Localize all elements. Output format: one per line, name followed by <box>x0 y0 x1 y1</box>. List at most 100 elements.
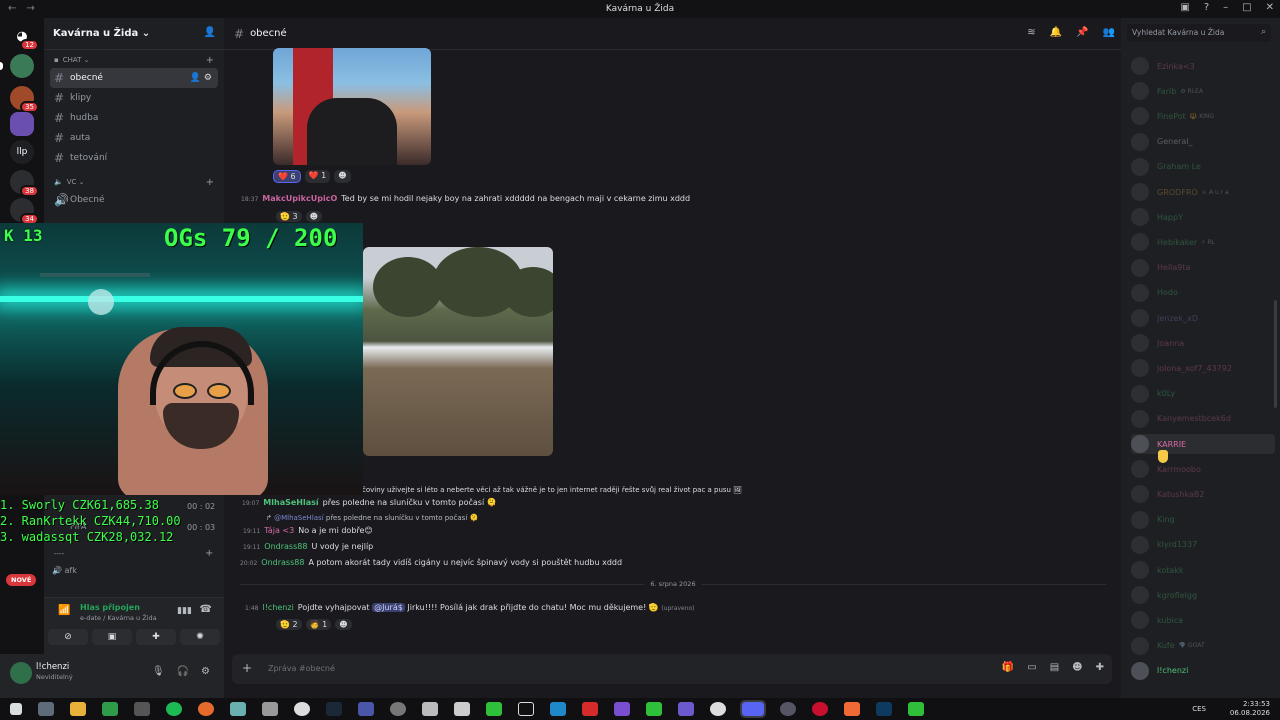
settings-gear-icon[interactable]: ⚙ <box>201 666 210 677</box>
gif-icon[interactable]: ▭ <box>1027 662 1036 673</box>
member-item[interactable]: Jenzek_xD <box>1131 308 1275 328</box>
member-item[interactable]: FinePot 🔱 KING <box>1131 106 1275 126</box>
app-icon[interactable] <box>102 702 118 716</box>
member-item[interactable]: kotakk <box>1131 560 1275 580</box>
app-icon[interactable] <box>678 702 694 716</box>
create-channel-icon[interactable]: + <box>205 548 213 559</box>
photoshop-icon[interactable] <box>876 702 892 716</box>
new-unreads-badge[interactable]: NOVÉ <box>6 574 37 586</box>
member-item[interactable]: KatushkaB2 <box>1131 484 1275 504</box>
minimize-button[interactable]: – <box>1223 2 1228 13</box>
member-item[interactable]: Kanyemestbcek6d <box>1131 409 1275 429</box>
activities-icon[interactable]: ✚ <box>136 629 176 645</box>
reaction-salute[interactable]: 🫡 2 <box>276 619 302 630</box>
camera-off-icon[interactable]: ⊘ <box>48 629 88 645</box>
app-icon[interactable] <box>486 702 502 716</box>
member-item[interactable]: Farib ⚙ RLEA <box>1131 81 1275 101</box>
app-icon[interactable] <box>710 702 726 716</box>
spotify-icon[interactable] <box>166 702 182 716</box>
username[interactable]: l!chenzi <box>36 662 69 672</box>
search-input[interactable]: Vyhledat Kavárna u Žida ⌕ <box>1127 24 1271 42</box>
member-item[interactable]: Hella9ta <box>1131 258 1275 278</box>
calculator-icon[interactable] <box>422 702 438 716</box>
voice-location[interactable]: e-date / Kavárna u Žida <box>80 614 157 622</box>
file-explorer-icon[interactable] <box>70 702 86 716</box>
steam-icon[interactable] <box>326 702 342 716</box>
terminal-icon[interactable] <box>134 702 150 716</box>
brave-icon[interactable] <box>844 702 860 716</box>
server-icon[interactable]: 38 <box>10 170 39 197</box>
member-item[interactable]: jolona_xof7_43792 <box>1131 358 1275 378</box>
reaction-heart[interactable]: ❤️ 1 <box>304 170 331 183</box>
member-item[interactable]: HappY <box>1131 207 1275 227</box>
app-icon[interactable] <box>358 702 374 716</box>
app-icon[interactable] <box>262 702 278 716</box>
add-reaction-icon[interactable]: ☻ <box>305 211 322 222</box>
scrollbar[interactable] <box>1274 300 1277 408</box>
app-icon[interactable] <box>454 702 470 716</box>
add-reaction-icon[interactable]: ☻ <box>334 170 351 183</box>
server-header[interactable]: Kavárna u Žida ⌄ 👤 <box>44 18 224 50</box>
soundboard-icon[interactable]: ✺ <box>180 629 220 645</box>
channel-tetovani[interactable]: # tetování <box>50 148 218 168</box>
category-extra[interactable]: ---- <box>54 550 64 558</box>
app-icon[interactable] <box>780 702 796 716</box>
member-item[interactable]: KARRIE <box>1131 434 1275 454</box>
message-input[interactable]: Zpráva #obecné <box>268 664 335 673</box>
add-reaction-icon[interactable]: ☻ <box>335 619 352 630</box>
channel-hudba[interactable]: # hudba <box>50 108 218 128</box>
app-icon[interactable] <box>390 702 406 716</box>
pin-icon[interactable]: 📌 <box>1076 27 1088 38</box>
category-chat[interactable]: ▪ CHAT ⌄ + <box>44 52 224 68</box>
disconnect-icon[interactable]: ☎ <box>200 604 212 615</box>
server-icon[interactable]: 35 <box>10 86 39 113</box>
channel-auta[interactable]: # auta <box>50 128 218 148</box>
channel-obecne[interactable]: # obecné 👤 ⚙ <box>50 68 218 88</box>
channel-klipy[interactable]: # klipy <box>50 88 218 108</box>
attachment-image[interactable] <box>273 48 431 165</box>
server-icon[interactable]: llp <box>10 140 34 164</box>
member-item[interactable]: Ezinka<3 <box>1131 56 1275 76</box>
app-icon[interactable] <box>38 702 54 716</box>
discord-icon[interactable] <box>740 700 766 718</box>
sticker-icon[interactable]: ▤ <box>1050 662 1059 673</box>
app-icon[interactable] <box>614 702 630 716</box>
member-item[interactable]: Hebikaker ⚡ RL <box>1131 232 1275 252</box>
category-vc[interactable]: 🔈 VC ⌄ + <box>44 174 224 190</box>
member-item[interactable]: Joanna <box>1131 333 1275 353</box>
reaction-heart[interactable]: ❤️ 6 <box>273 170 301 183</box>
user-mention[interactable]: @Jurá$ <box>372 603 405 612</box>
clock-icon[interactable] <box>294 702 310 716</box>
notification-bell-icon[interactable]: 🔔 <box>1050 27 1062 38</box>
member-item[interactable]: Graham Le <box>1131 157 1275 177</box>
voice-channel-obecne[interactable]: 🔊 Obecné <box>50 190 218 210</box>
headphones-icon[interactable]: 🎧 <box>177 666 189 677</box>
voice-channel-afk[interactable]: 🔊 afk <box>52 566 77 575</box>
member-list-icon[interactable]: 👥 <box>1103 27 1115 38</box>
screen-share-icon[interactable]: ▣ <box>92 629 132 645</box>
message-composer[interactable]: + Zpráva #obecné 🎁 ▭ ▤ ☻ ✚ <box>232 654 1112 684</box>
start-icon[interactable] <box>10 703 22 715</box>
gift-icon[interactable]: 🎁 <box>1002 662 1014 673</box>
reaction-salute[interactable]: 🫡 3 <box>276 211 302 222</box>
member-item[interactable]: Kufe 💎 GOAT <box>1131 636 1275 656</box>
app-icon[interactable] <box>908 702 924 716</box>
direct-messages-icon[interactable]: ◕ 12 <box>10 24 39 51</box>
emoji-icon[interactable]: ☻ <box>1072 662 1082 673</box>
add-member-icon[interactable]: 👤 <box>204 27 216 38</box>
attachment-image[interactable] <box>363 247 553 456</box>
member-item[interactable]: Karrmoobo <box>1131 459 1275 479</box>
attach-plus-icon[interactable]: + <box>242 661 252 675</box>
close-button[interactable]: ✕ <box>1266 2 1274 13</box>
create-channel-icon[interactable]: + <box>206 177 214 188</box>
language-indicator[interactable]: CES <box>1192 705 1206 714</box>
threads-icon[interactable]: ≋ <box>1027 27 1035 38</box>
apps-icon[interactable]: ✚ <box>1096 662 1104 673</box>
reply-preview[interactable]: ↱ @MlhaSeHlasí přes poledne na sluníčku … <box>266 514 478 522</box>
signal-icon[interactable]: 📶 <box>58 605 70 616</box>
app-icon[interactable] <box>582 702 598 716</box>
member-item[interactable]: l!chenzi <box>1131 661 1275 681</box>
channel-settings-icon[interactable]: 👤 ⚙ <box>190 73 212 83</box>
system-tray[interactable]: CES 2:33:53 06.08.2026 <box>1192 700 1270 718</box>
member-item[interactable]: k0Ly <box>1131 384 1275 404</box>
